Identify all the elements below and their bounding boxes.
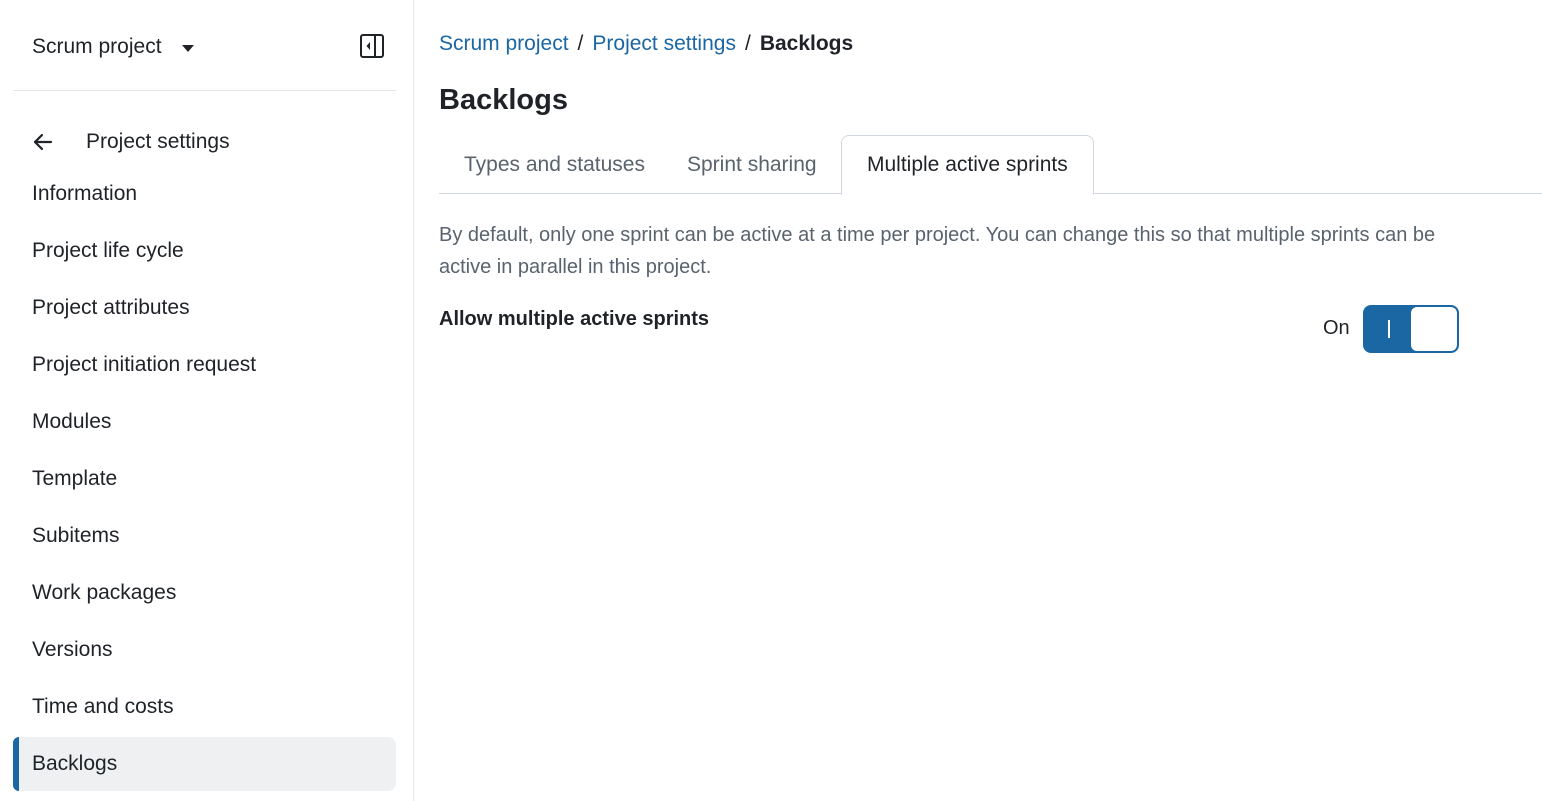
- tab-bar: Types and statuses Sprint sharing Multip…: [439, 135, 1542, 195]
- back-to-project-settings[interactable]: Project settings: [32, 124, 230, 160]
- tab-sprint-sharing[interactable]: Sprint sharing: [662, 135, 842, 194]
- sidebar-item-label: Project initiation request: [32, 353, 257, 376]
- project-name: Scrum project: [32, 35, 162, 58]
- arrow-left-icon: [33, 133, 53, 151]
- main-content: Scrum project / Project settings / Backl…: [439, 0, 1542, 801]
- sidebar-item-label: Subitems: [32, 524, 120, 547]
- sidebar-collapse-button[interactable]: [358, 32, 386, 60]
- sidebar-item-label: Project attributes: [32, 296, 190, 319]
- breadcrumb-current: Backlogs: [759, 32, 854, 55]
- caret-down-icon: [181, 44, 194, 52]
- sidebar-item-label: Information: [32, 182, 138, 205]
- sidebar-item-project-life-cycle[interactable]: Project life cycle: [13, 224, 396, 278]
- sidebar-item-backlogs[interactable]: Backlogs: [13, 737, 396, 791]
- tab-types-and-statuses[interactable]: Types and statuses: [439, 135, 670, 194]
- sidebar-item-work-packages[interactable]: Work packages: [13, 566, 396, 620]
- sidebar: Scrum project Project settings Informati…: [0, 0, 414, 801]
- sidebar-item-label: Work packages: [32, 581, 177, 604]
- sidebar-item-label: Backlogs: [32, 752, 118, 775]
- sidebar-item-project-attributes[interactable]: Project attributes: [13, 281, 396, 335]
- sidebar-item-template[interactable]: Template: [13, 452, 396, 506]
- sidebar-item-label: Time and costs: [32, 695, 174, 718]
- sidebar-item-information[interactable]: Information: [13, 167, 396, 221]
- tab-multiple-active-sprints[interactable]: Multiple active sprints: [841, 135, 1094, 195]
- sidebar-item-subitems[interactable]: Subitems: [13, 509, 396, 563]
- toggle-knob: [1411, 307, 1457, 351]
- breadcrumb-separator: /: [577, 32, 584, 55]
- sidebar-item-label: Template: [32, 467, 118, 490]
- sidebar-item-time-and-costs[interactable]: Time and costs: [13, 680, 396, 734]
- sidebar-item-project-initiation-request[interactable]: Project initiation request: [13, 338, 396, 392]
- toggle-on-indicator-icon: [1388, 320, 1390, 338]
- sidebar-collapse-icon: [360, 34, 384, 58]
- settings-menu: Information Project life cycle Project a…: [13, 167, 396, 794]
- setting-label: Allow multiple active sprints: [439, 308, 710, 330]
- sidebar-item-modules[interactable]: Modules: [13, 395, 396, 449]
- sidebar-item-label: Versions: [32, 638, 113, 661]
- allow-multiple-sprints-toggle[interactable]: [1363, 305, 1459, 353]
- breadcrumb-link-project-settings[interactable]: Project settings: [592, 32, 736, 56]
- sidebar-divider: [13, 90, 396, 91]
- breadcrumb-separator: /: [744, 32, 751, 55]
- back-label: Project settings: [86, 130, 230, 153]
- sidebar-item-label: Modules: [32, 410, 112, 433]
- page-title: Backlogs: [439, 84, 568, 116]
- setting-description: By default, only one sprint can be activ…: [439, 224, 1436, 278]
- sidebar-item-versions[interactable]: Versions: [13, 623, 396, 677]
- breadcrumb: Scrum project / Project settings / Backl…: [439, 32, 853, 56]
- sidebar-item-label: Project life cycle: [32, 239, 184, 262]
- project-selector[interactable]: Scrum project: [32, 30, 194, 64]
- toggle-state-label: On: [1323, 317, 1350, 339]
- breadcrumb-link-project[interactable]: Scrum project: [439, 32, 569, 56]
